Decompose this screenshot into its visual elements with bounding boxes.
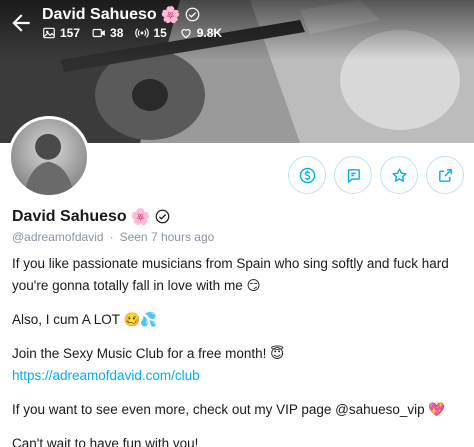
avatar[interactable] [8,116,90,198]
star-icon [391,167,407,182]
bio-paragraph: Also, I cum A LOT 🥴💦 [12,312,158,327]
back-button[interactable] [8,10,34,36]
bio-text: Join the Sexy Music Club for a free mont… [12,346,285,361]
arrow-left-icon [12,14,30,32]
heart-icon [181,29,191,39]
stat-videos: 38 [92,26,123,40]
likes-count: 9.8K [196,26,223,40]
bio-paragraph: Can't wait to have fun with you! [12,436,199,447]
stat-likes: 9.8K [179,26,222,40]
header-name: David Sahueso 🌸 [42,5,200,24]
stat-photos: 157 [42,26,80,40]
tip-button[interactable] [288,156,326,194]
share-button[interactable] [426,156,464,194]
bio-paragraph: If you want to see even more, check out … [12,402,446,417]
photos-count: 157 [60,26,81,40]
handle-row: @adreamofdavid · Seen 7 hours ago [12,230,214,244]
top-bar: David Sahueso 🌸 157 38 15 9.8K [0,0,474,60]
video-icon [92,28,105,38]
image-icon [43,27,55,39]
bio: If you like passionate musicians from Sp… [12,253,462,447]
header-stats: 157 38 15 9.8K [42,26,222,40]
verified-icon [155,209,169,224]
message-button[interactable] [334,156,372,194]
username: @adreamofdavid [12,230,104,244]
last-seen: Seen 7 hours ago [119,230,215,244]
bio-paragraph: If you like passionate musicians from Sp… [12,256,449,293]
profile-name: David Sahueso 🌸 [12,207,170,226]
dollar-icon [299,167,315,183]
avatar-image [23,133,75,195]
verified-icon [185,7,199,22]
club-link[interactable]: https://adreamofdavid.com/club [12,368,200,383]
header-name-text: David Sahueso [42,5,157,23]
message-icon [347,168,360,183]
streams-count: 15 [153,26,167,40]
profile-name-text: David Sahueso [12,207,127,225]
separator-dot: · [109,230,114,244]
broadcast-icon [135,28,150,38]
flower-emoji: 🌸 [160,5,181,24]
profile-actions [288,156,464,194]
videos-count: 38 [110,26,124,40]
flower-emoji: 🌸 [130,207,151,226]
favorite-button[interactable] [380,156,418,194]
stat-streams: 15 [135,26,167,40]
bio-paragraph: Join the Sexy Music Club for a free mont… [12,343,462,387]
share-icon [438,168,452,182]
